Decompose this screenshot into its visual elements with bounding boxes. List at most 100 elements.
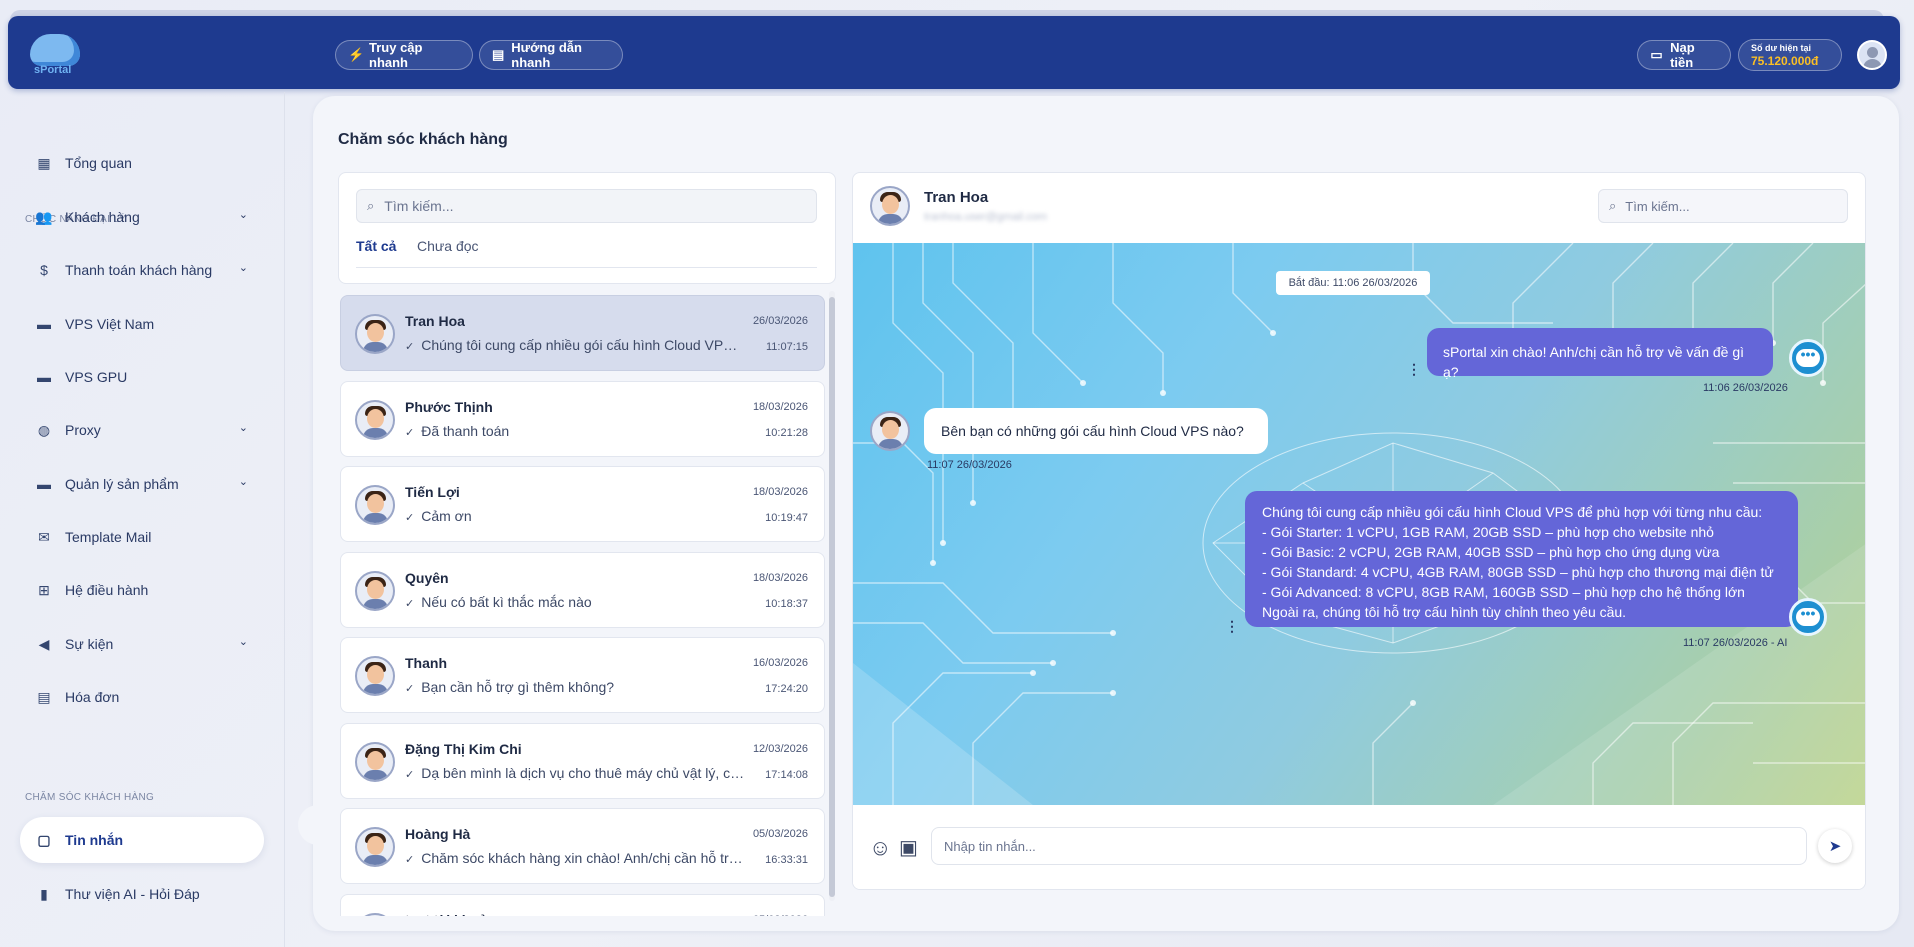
payment-icon: $	[40, 262, 48, 278]
sidebar-item-label: Proxy	[65, 422, 101, 438]
logo[interactable]: sPortal	[26, 30, 86, 80]
sidebar-item-ai-library[interactable]: ▮ Thư viện AI - Hỏi Đáp	[20, 871, 264, 917]
megaphone-icon: ◀	[38, 635, 50, 652]
sidebar-item-6[interactable]: ✉ Template Mail	[20, 514, 264, 560]
sidebar-item-3[interactable]: ▬ VPS GPU	[20, 354, 264, 400]
chat-messages-area[interactable]: Bắt đầu: 11:06 26/03/2026 sPortal xin ch…	[853, 243, 1865, 805]
conversation-name: Thanh	[405, 655, 447, 671]
top-bar: sPortal ⚡ Truy cập nhanh ▤ Hướng dẫn nha…	[8, 16, 1900, 89]
windows-icon: ⊞	[38, 581, 50, 598]
book-icon: ▤	[492, 47, 505, 62]
users-icon: 👥	[35, 208, 53, 225]
conversation-name: test tài khoản	[405, 912, 495, 917]
tab-all[interactable]: Tất cả	[356, 238, 396, 254]
conversation-item[interactable]: Quyên 18/03/2026 ✓ Nếu có bất kì thắc mắc n…	[340, 551, 825, 628]
sidebar-item-2[interactable]: ▬ VPS Việt Nam	[20, 301, 264, 347]
conversation-item[interactable]: test tài khoản05/03/2026✓	[340, 893, 825, 917]
send-icon: ➤	[1828, 838, 1842, 855]
conversation-item[interactable]: Tran Hoa 26/03/2026 ✓ Chúng tôi cung cấp nh…	[340, 295, 825, 371]
conversation-preview: ✓ Chăm sóc khách hàng xin chào! Anh/chị c…	[405, 850, 745, 866]
conversation-avatar	[355, 656, 395, 696]
check-icon: ✓	[405, 426, 415, 439]
balance-badge[interactable]: Số dư hiện tại 75.120.000đ	[1738, 39, 1842, 71]
quick-guide-label: Hướng dẫn nhanh	[511, 40, 582, 70]
conversation-scrollbar[interactable]	[829, 291, 835, 901]
chevron-down-icon[interactable]: ⌄	[239, 421, 248, 434]
conversation-item[interactable]: Thanh 16/03/2026 ✓ Bạn cần hỗ trợ gì thêm k…	[340, 637, 825, 713]
server-icon: ▬	[37, 476, 51, 492]
sidebar-item-7[interactable]: ⊞ Hệ điều hành	[20, 567, 264, 613]
conversation-preview: ✓ Cảm ơn	[405, 508, 745, 524]
conversation-date: 18/03/2026	[752, 571, 808, 584]
sidebar-item-8[interactable]: ◀ Sự kiện ⌄	[20, 621, 264, 667]
conversation-search-input[interactable]: ⌕ Tìm kiếm...	[356, 189, 817, 223]
chevron-down-icon[interactable]: ⌄	[239, 261, 248, 274]
customer-avatar	[870, 411, 910, 451]
deposit-button[interactable]: ▭ Nạp tiền	[1637, 40, 1731, 70]
conversation-date: 05/03/2026	[753, 914, 808, 917]
bot-avatar-icon: •••	[1789, 598, 1827, 636]
sidebar-item-overview[interactable]: ▦ Tổng quan	[20, 140, 264, 186]
conversation-message: Dạ bên mình là dịch vụ cho thuê máy chủ …	[421, 764, 745, 781]
sidebar-item-label: Hóa đơn	[65, 689, 120, 705]
conversation-date: 26/03/2026	[752, 315, 808, 327]
chat-composer: ☺ ▣ Nhập tin nhắn... ➤	[853, 805, 1865, 889]
chevron-down-icon[interactable]: ⌄	[239, 208, 248, 221]
chevron-down-icon[interactable]: ⌄	[239, 475, 248, 488]
conversation-message: Nếu có bất kì thắc mắc nào	[421, 593, 592, 610]
tab-unread[interactable]: Chưa đọc	[417, 238, 479, 254]
message-menu-icon[interactable]: ⋮	[1407, 361, 1421, 378]
scroll-thumb[interactable]	[829, 297, 835, 897]
chat-search-input[interactable]: ⌕ Tìm kiếm...	[1598, 189, 1848, 223]
conversation-message: Chúng tôi cung cấp nhiều gói cấu hình Cl…	[421, 337, 745, 353]
conversation-item[interactable]: Đặng Thị Kim Chi 12/03/2026 ✓ Dạ bên mình l…	[340, 722, 825, 799]
sidebar-item-9[interactable]: ▤ Hóa đơn	[20, 674, 264, 720]
sidebar-item-0[interactable]: 👥 Khách hàng ⌄	[20, 194, 264, 240]
sidebar-item-label: Thư viện AI - Hỏi Đáp	[65, 886, 200, 902]
search-icon: ⌕	[367, 198, 375, 213]
quick-access-button[interactable]: ⚡ Truy cập nhanh	[335, 40, 473, 70]
check-icon: ✓	[405, 341, 415, 353]
chat-search-placeholder: Tìm kiếm...	[1625, 198, 1690, 214]
wallet-icon: ▭	[1650, 47, 1663, 62]
conversation-name: Hoàng Hà	[405, 826, 471, 842]
send-button[interactable]: ➤	[1818, 829, 1852, 863]
sidebar-item-label: VPS Việt Nam	[65, 316, 155, 332]
conversation-list: Tran Hoa 26/03/2026 ✓ Chúng tôi cung cấp nh…	[338, 291, 838, 916]
conversation-item[interactable]: Tiến Lợi 18/03/2026 ✓ Cảm ơn 10:19:47	[340, 466, 825, 542]
conversation-avatar	[355, 485, 395, 525]
sidebar-item-5[interactable]: ▬ Quản lý sản phẩm ⌄	[20, 461, 264, 507]
sidebar-item-label: Hệ điều hành	[65, 582, 149, 598]
conversation-time: 17:14:08	[765, 768, 808, 781]
sidebar-item-label: Tổng quan	[65, 155, 132, 171]
conversation-time: 10:19:47	[765, 512, 808, 524]
chevron-down-icon[interactable]: ⌄	[239, 635, 248, 648]
user-avatar[interactable]	[1857, 40, 1887, 70]
globe-icon: ◍	[37, 421, 51, 438]
conversation-name: Tran Hoa	[405, 313, 465, 329]
conversation-time: 16:33:31	[765, 854, 808, 866]
message-menu-icon[interactable]: ⋮	[1225, 618, 1239, 635]
sidebar-item-messages[interactable]: ▢ Tin nhắn	[20, 817, 264, 863]
quick-guide-button[interactable]: ▤ Hướng dẫn nhanh	[479, 40, 623, 70]
conversation-time: 10:18:37	[765, 597, 808, 610]
message-input[interactable]: Nhập tin nhắn...	[931, 827, 1807, 865]
image-upload-icon[interactable]: ▣	[899, 835, 918, 860]
sidebar-item-4[interactable]: ◍ Proxy ⌄	[20, 407, 264, 453]
conversation-date: 18/03/2026	[752, 486, 808, 498]
check-icon: ✓	[405, 512, 415, 524]
cloud-logo-icon	[30, 34, 80, 66]
conversation-time: 11:07:15	[765, 341, 808, 353]
message-time: 11:07 26/03/2026 - AI	[1683, 637, 1788, 649]
chat-start-label: Bắt đầu: 11:06 26/03/2026	[1276, 271, 1430, 295]
conversation-item[interactable]: Phước Thịnh 18/03/2026 ✓ Đã thanh toán 10:21…	[340, 380, 825, 457]
sidebar-item-label: Template Mail	[65, 529, 152, 545]
conversation-item[interactable]: Hoàng Hà 05/03/2026 ✓ Chăm sóc khách hàng x…	[340, 808, 825, 884]
deposit-label: Nạp tiền	[1670, 40, 1695, 70]
conversation-message: Bạn cần hỗ trợ gì thêm không?	[421, 679, 615, 695]
emoji-icon[interactable]: ☺	[869, 835, 891, 861]
conversation-name: Phước Thịnh	[405, 398, 493, 415]
server-icon: ▬	[37, 369, 51, 385]
sidebar-item-1[interactable]: $ Thanh toán khách hàng ⌄	[20, 247, 264, 293]
mail-icon: ✉	[38, 528, 50, 545]
